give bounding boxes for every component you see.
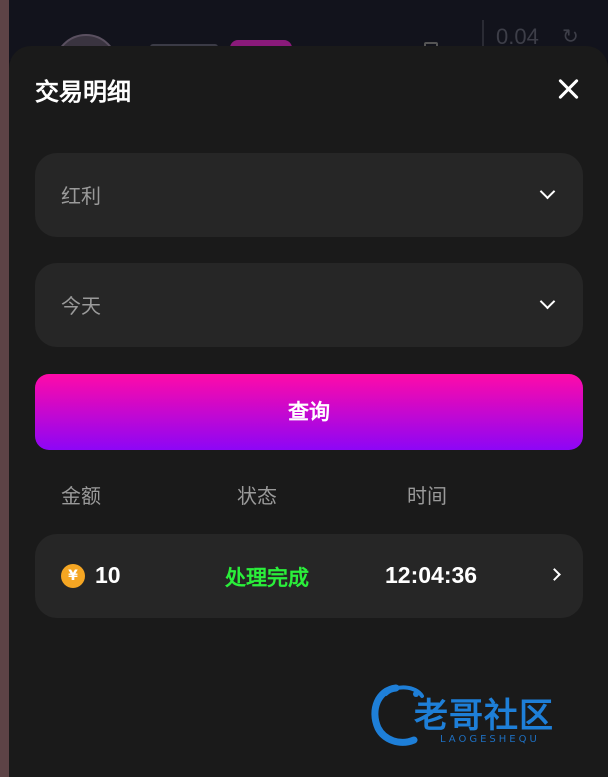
- date-select-value: 今天: [61, 294, 101, 318]
- table-row[interactable]: ¥ 10 处理完成 12:04:36: [35, 534, 583, 618]
- close-icon[interactable]: [553, 74, 583, 104]
- transaction-details-modal: 交易明细 红利 今天 查询 金额 状态 时间 ¥ 10 处理完成 12:04:3…: [9, 46, 608, 777]
- row-amount: 10: [95, 562, 121, 588]
- modal-title: 交易明细: [35, 78, 131, 106]
- query-button[interactable]: 查询: [35, 374, 583, 450]
- row-time: 12:04:36: [385, 562, 478, 588]
- type-select-value: 红利: [61, 184, 101, 208]
- column-header-status: 状态: [237, 484, 277, 508]
- column-header-amount: 金额: [61, 484, 101, 508]
- page-left-edge: [0, 0, 9, 777]
- watermark-subtext: LAOGESHEQU: [440, 734, 540, 745]
- yuan-coin-icon: ¥: [61, 564, 85, 588]
- column-header-time: 时间: [407, 484, 447, 508]
- chevron-down-icon: [539, 183, 556, 200]
- chevron-right-icon: [548, 568, 561, 581]
- type-select[interactable]: 红利: [35, 153, 583, 237]
- date-select[interactable]: 今天: [35, 263, 583, 347]
- chevron-down-icon: [539, 293, 556, 310]
- watermark-logo: 老哥社区 LAOGESHEQU: [366, 676, 596, 756]
- watermark-text: 老哥社区: [414, 696, 554, 736]
- row-status: 处理完成: [225, 566, 309, 590]
- refresh-icon: ↻: [562, 24, 579, 48]
